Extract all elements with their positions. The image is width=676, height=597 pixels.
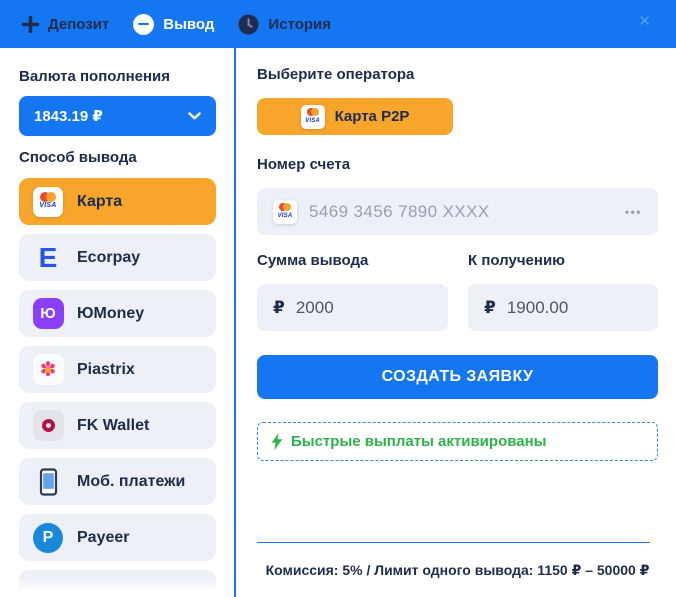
receive-label: К получению [468, 252, 565, 269]
mobile-phone-icon [32, 466, 64, 498]
method-item-mobile[interactable]: Моб. платежи [19, 458, 216, 505]
tab-withdraw-label: Вывод [163, 16, 214, 33]
visa-mastercard-icon: VISA [273, 200, 297, 224]
account-number-value: 5469 3456 7890 XXXX [309, 202, 490, 222]
footer-divider [257, 542, 650, 543]
fast-payout-text: Быстрые выплаты активированы [291, 433, 546, 450]
receive-value: 1900.00 [507, 298, 568, 318]
create-request-button[interactable]: СОЗДАТЬ ЗАЯВКУ [257, 355, 658, 399]
amount-input[interactable]: ₽ 2000 [257, 284, 448, 331]
close-icon[interactable]: ✕ [638, 14, 651, 29]
account-label: Номер счета [257, 156, 350, 173]
withdrawal-modal: Депозит Вывод История ✕ Валюта пополнени… [0, 0, 676, 597]
clock-icon [238, 14, 259, 35]
piastrix-icon: ✽ [32, 354, 64, 386]
method-label-payeer: Payeer [77, 529, 130, 547]
method-item-piastrix[interactable]: ✽ Piastrix [19, 346, 216, 393]
fast-payout-banner: Быстрые выплаты активированы [257, 422, 658, 461]
method-label-ecorpay: Ecorpay [77, 249, 140, 267]
method-item-fkwallet[interactable]: FK Wallet [19, 402, 216, 449]
receive-input[interactable]: ₽ 1900.00 [468, 284, 658, 331]
method-item-yoomoney[interactable]: Ю ЮMoney [19, 290, 216, 337]
currency-select[interactable]: 1843.19 ₽ [19, 96, 216, 136]
method-label-fkwallet: FK Wallet [77, 417, 149, 435]
operator-card-p2p-button[interactable]: VISA Карта P2P [257, 98, 453, 135]
yoomoney-icon: Ю [32, 298, 64, 330]
method-item-ecorpay[interactable]: E Ecorpay [19, 234, 216, 281]
tab-deposit-label: Депозит [48, 16, 109, 33]
ecorpay-icon: E [32, 242, 64, 274]
tab-history-label: История [268, 16, 331, 33]
visa-mastercard-icon: VISA [301, 105, 325, 129]
visa-mastercard-icon: VISA [32, 186, 64, 218]
currency-value: 1843.19 ₽ [34, 107, 103, 125]
sidebar: Валюта пополнения 1843.19 ₽ Способ вывод… [0, 48, 236, 597]
lightning-bolt-icon [271, 433, 283, 450]
tab-withdraw[interactable]: Вывод [133, 14, 214, 35]
minus-circle-icon [133, 14, 154, 35]
method-label-piastrix: Piastrix [77, 361, 135, 379]
method-list: VISA Карта E Ecorpay Ю ЮMoney ✽ P [19, 178, 216, 597]
tab-deposit[interactable]: Депозит [22, 16, 109, 33]
payeer-icon: P [32, 522, 64, 554]
method-label-card: Карта [77, 193, 122, 211]
amount-label: Сумма вывода [257, 252, 368, 269]
amount-value: 2000 [296, 298, 334, 318]
currency-label: Валюта пополнения [19, 68, 170, 85]
method-label-yoomoney: ЮMoney [77, 305, 144, 323]
fkwallet-icon [32, 410, 64, 442]
ruble-sign: ₽ [273, 298, 285, 318]
method-item-partial[interactable] [19, 570, 216, 597]
method-item-payeer[interactable]: P Payeer [19, 514, 216, 561]
ruble-sign: ₽ [484, 298, 496, 318]
operator-button-label: Карта P2P [335, 108, 410, 125]
account-number-input[interactable]: VISA 5469 3456 7890 XXXX ••• [257, 188, 658, 235]
chevron-down-icon [188, 112, 201, 120]
method-item-card[interactable]: VISA Карта [19, 178, 216, 225]
plus-icon [22, 16, 39, 33]
commission-text: Комиссия: 5% / Лимит одного вывода: 1150… [257, 562, 658, 579]
header: Депозит Вывод История ✕ [0, 0, 676, 48]
tab-history[interactable]: История [238, 14, 331, 35]
operator-label: Выберите оператора [257, 66, 414, 83]
method-label: Способ вывода [19, 149, 137, 166]
ellipsis-menu-icon[interactable]: ••• [625, 205, 642, 219]
method-label-mobile: Моб. платежи [77, 473, 185, 491]
